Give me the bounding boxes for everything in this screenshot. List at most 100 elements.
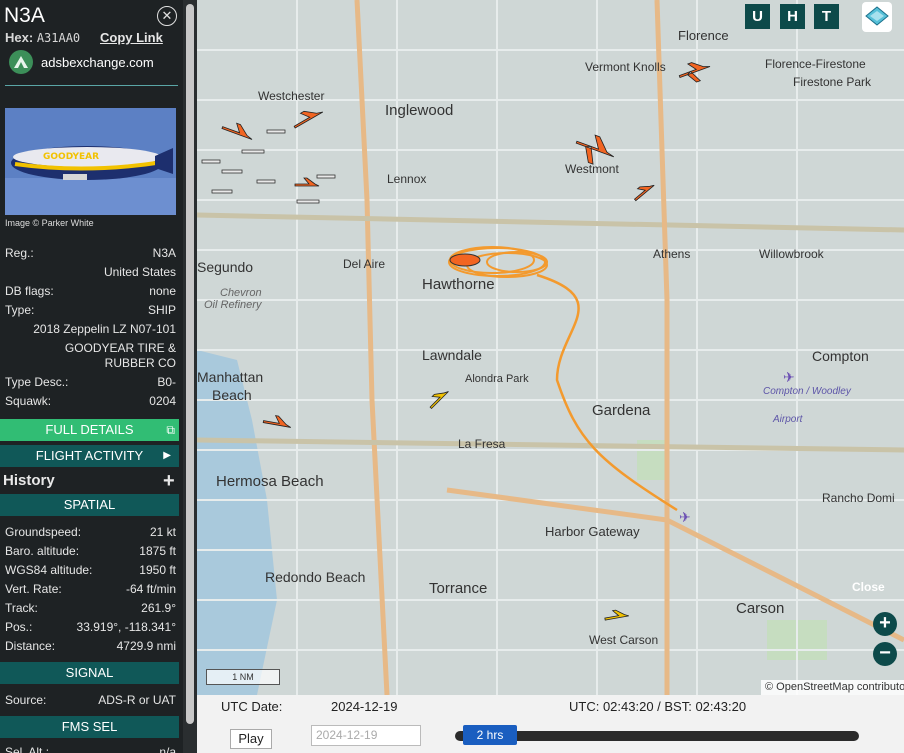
signal-source-value: ADS-R or UAT xyxy=(98,693,176,707)
layers-button[interactable] xyxy=(862,2,892,32)
place-label: Lawndale xyxy=(422,347,482,363)
fms-sel-alt-label: Sel. Alt.: xyxy=(5,745,50,753)
reg-value: N3A xyxy=(152,246,176,260)
aircraft-marker xyxy=(633,184,655,202)
place-label: Alondra Park xyxy=(465,373,529,385)
close-label[interactable]: Close xyxy=(852,580,885,594)
flight-activity-label: FLIGHT ACTIVITY xyxy=(35,448,144,463)
play-button[interactable]: Play xyxy=(230,729,272,749)
map-t-button[interactable]: T xyxy=(814,4,839,29)
map-canvas[interactable]: ✈ ✈ Florence Westchester Inglewood Vermo… xyxy=(197,0,904,695)
aircraft-marker xyxy=(294,177,320,187)
spatial-value: 1875 ft xyxy=(139,544,176,558)
place-label: Redondo Beach xyxy=(265,569,365,585)
place-label: Del Aire xyxy=(343,257,385,271)
spatial-label: Track: xyxy=(5,601,38,615)
range-button[interactable]: 2 hrs xyxy=(463,725,517,745)
type-value: SHIP xyxy=(147,303,176,317)
spatial-label: Groundspeed: xyxy=(5,525,82,539)
full-details-label: FULL DETAILS xyxy=(45,422,134,437)
adsbexchange-logo-icon xyxy=(9,50,33,74)
place-label: Gardena xyxy=(592,402,651,419)
close-panel-button[interactable]: ✕ xyxy=(157,6,177,26)
spatial-value: 21 kt xyxy=(149,525,176,539)
aircraft-marker xyxy=(429,391,449,410)
sidebar-scrollbar[interactable] xyxy=(183,0,197,753)
source-link[interactable]: adsbexchange.com xyxy=(9,50,154,74)
chevron-right-icon: ▶ xyxy=(163,450,171,461)
hex-row: Hex: A31AA0 xyxy=(5,30,80,45)
spatial-label: Pos.: xyxy=(5,620,33,634)
divider xyxy=(5,85,178,86)
dbflags-value: none xyxy=(149,284,176,298)
place-label: Willowbrook xyxy=(759,247,825,261)
place-label: Beach xyxy=(212,387,252,403)
spatial-value: 261.9° xyxy=(141,601,176,615)
reg-label: Reg.: xyxy=(5,246,34,260)
place-label: Airport xyxy=(772,414,804,425)
place-label: Westmont xyxy=(565,162,619,176)
airport-icon: ✈ xyxy=(783,369,795,385)
model-value: 2018 Zeppelin LZ N07-101 xyxy=(33,322,176,336)
typedesc-value: B0- xyxy=(157,375,176,389)
aircraft-marker xyxy=(221,122,253,140)
spatial-label: Vert. Rate: xyxy=(5,582,62,596)
place-label: Chevron xyxy=(220,287,262,299)
map-view[interactable]: ✈ ✈ Florence Westchester Inglewood Vermo… xyxy=(197,0,904,695)
place-label: Vermont Knolls xyxy=(585,60,666,74)
hex-label: Hex: xyxy=(5,30,34,45)
utc-date-value: 2024-12-19 xyxy=(331,699,398,714)
aircraft-callsign: N3A xyxy=(4,4,45,27)
time-readout: UTC: 02:43:20 / BST: 02:43:20 xyxy=(569,699,747,714)
zoom-in-button[interactable]: + xyxy=(873,612,897,636)
spatial-value: -64 ft/min xyxy=(125,582,176,596)
history-heading: History xyxy=(3,472,55,489)
date-input[interactable]: 2024-12-19 xyxy=(311,725,421,746)
country-value: United States xyxy=(103,265,176,279)
map-scale: 1 NM xyxy=(206,669,280,685)
place-label: Segundo xyxy=(197,259,253,275)
place-label: Carson xyxy=(736,600,784,617)
spatial-value: 4729.9 nmi xyxy=(116,639,176,653)
map-h-button[interactable]: H xyxy=(780,4,805,29)
place-label: Athens xyxy=(653,247,690,261)
close-icon: ✕ xyxy=(161,8,173,23)
place-label: Hermosa Beach xyxy=(216,473,324,490)
plus-icon: + xyxy=(879,612,891,634)
place-label: Hawthorne xyxy=(422,276,495,293)
place-label: Oil Refinery xyxy=(204,299,263,311)
fms-section-header[interactable]: FMS SEL xyxy=(0,716,179,738)
place-label: West Carson xyxy=(589,633,658,647)
spatial-label: Distance: xyxy=(5,639,56,653)
spatial-label: Baro. altitude: xyxy=(5,544,80,558)
parked-aircraft-cluster xyxy=(201,129,336,204)
place-label: Manhattan xyxy=(197,369,263,385)
typedesc-label: Type Desc.: xyxy=(5,375,69,389)
spatial-section-header[interactable]: SPATIAL xyxy=(0,494,179,516)
place-label: Firestone Park xyxy=(793,75,872,89)
aircraft-marker xyxy=(262,415,291,428)
place-label: La Fresa xyxy=(458,437,506,451)
scrollbar-thumb[interactable] xyxy=(186,4,194,724)
aircraft-marker xyxy=(678,62,711,83)
zoom-out-button[interactable]: − xyxy=(873,642,897,666)
history-expand-icon[interactable]: + xyxy=(163,470,175,493)
minus-icon: − xyxy=(879,642,891,664)
dbflags-label: DB flags: xyxy=(5,284,54,298)
map-u-button[interactable]: U xyxy=(745,4,770,29)
aircraft-photo[interactable]: GOODYEAR xyxy=(5,108,176,215)
map-attribution[interactable]: © OpenStreetMap contributors xyxy=(761,680,904,695)
layers-icon xyxy=(865,6,889,26)
flight-activity-button[interactable]: FLIGHT ACTIVITY ▶ xyxy=(0,445,179,467)
place-label: Westchester xyxy=(258,89,324,103)
place-label: Compton / Woodley xyxy=(763,386,852,397)
copy-link[interactable]: Copy Link xyxy=(100,30,163,45)
signal-section-header[interactable]: SIGNAL xyxy=(0,662,179,684)
airport-icon: ✈ xyxy=(679,509,691,525)
photo-credit: Image © Parker White xyxy=(5,218,94,228)
full-details-button[interactable]: FULL DETAILS ⧉ xyxy=(0,419,179,441)
place-label: Lennox xyxy=(387,172,426,186)
place-label: Florence xyxy=(678,28,729,43)
external-link-icon: ⧉ xyxy=(166,423,175,437)
spatial-value: 33.919°, -118.341° xyxy=(76,620,176,634)
